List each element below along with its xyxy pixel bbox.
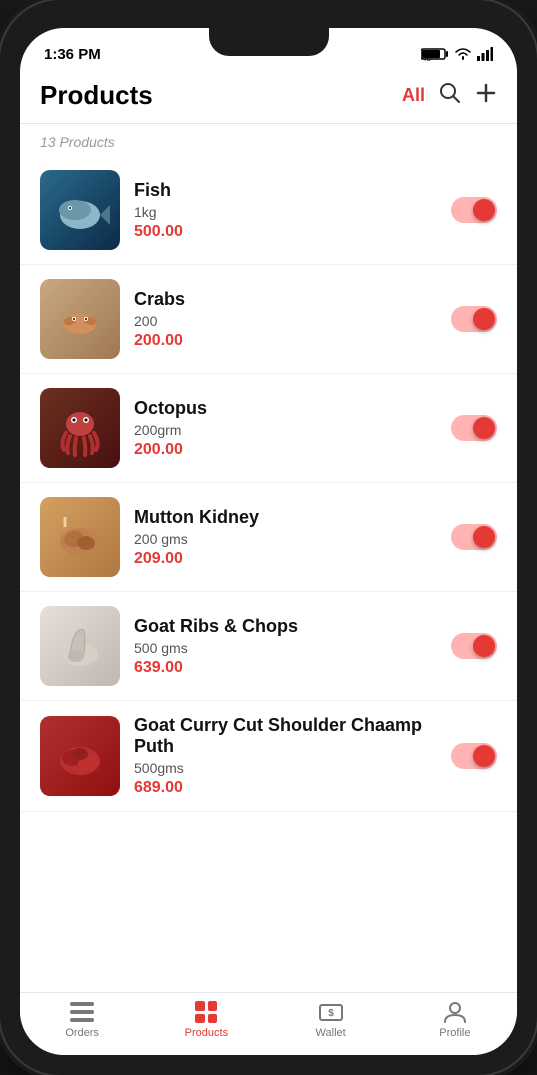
- wifi-icon: [454, 47, 472, 61]
- search-button[interactable]: [439, 82, 461, 110]
- product-qty: 500 gms: [134, 640, 437, 656]
- search-icon: [439, 82, 461, 104]
- products-count: 13 Products: [20, 124, 517, 156]
- orders-svg-icon: [70, 1002, 94, 1022]
- nav-label-profile: Profile: [439, 1027, 470, 1039]
- product-price: 200.00: [134, 441, 437, 459]
- list-item[interactable]: Goat Curry Cut Shoulder Chaamp Puth 500g…: [20, 701, 517, 812]
- product-name: Fish: [134, 180, 437, 201]
- product-toggle-octopus[interactable]: [451, 415, 497, 441]
- page-title: Products: [40, 80, 153, 111]
- products-icon: [193, 1001, 219, 1023]
- product-image-crabs: [40, 279, 120, 359]
- wallet-svg-icon: $: [319, 1002, 343, 1022]
- wallet-icon: $: [318, 1001, 344, 1023]
- add-product-button[interactable]: [475, 82, 497, 110]
- status-icons: 40: [421, 47, 493, 61]
- product-price: 689.00: [134, 779, 437, 797]
- goatribs-illustration: [50, 616, 110, 676]
- nav-label-products: Products: [185, 1027, 228, 1039]
- nav-item-orders[interactable]: Orders: [20, 1001, 144, 1039]
- list-item[interactable]: Mutton Kidney 200 gms 209.00: [20, 483, 517, 592]
- svg-text:40: 40: [422, 54, 431, 61]
- list-item[interactable]: Goat Ribs & Chops 500 gms 639.00: [20, 592, 517, 701]
- battery-icon: 40: [421, 47, 449, 61]
- product-price: 639.00: [134, 659, 437, 677]
- products-list: Fish 1kg 500.00: [20, 156, 517, 992]
- product-toggle-goatribs[interactable]: [451, 633, 497, 659]
- list-item[interactable]: Crabs 200 200.00: [20, 265, 517, 374]
- product-name: Goat Ribs & Chops: [134, 616, 437, 637]
- status-time: 1:36 PM: [44, 46, 101, 63]
- product-name: Crabs: [134, 289, 437, 310]
- list-item[interactable]: Fish 1kg 500.00: [20, 156, 517, 265]
- product-name: Octopus: [134, 398, 437, 419]
- plus-icon: [475, 82, 497, 104]
- nav-item-profile[interactable]: Profile: [393, 1001, 517, 1039]
- nav-label-orders: Orders: [65, 1027, 99, 1039]
- nav-item-wallet[interactable]: $ Wallet: [269, 1001, 393, 1039]
- header: Products All: [20, 72, 517, 124]
- product-toggle-crabs[interactable]: [451, 306, 497, 332]
- product-toggle-fish[interactable]: [451, 197, 497, 223]
- product-info-crabs: Crabs 200 200.00: [134, 289, 437, 350]
- product-image-octopus: [40, 388, 120, 468]
- header-actions: All: [402, 82, 497, 110]
- list-item[interactable]: Octopus 200grm 200.00: [20, 374, 517, 483]
- product-image-mutton: [40, 497, 120, 577]
- product-info-mutton: Mutton Kidney 200 gms 209.00: [134, 507, 437, 568]
- product-image-goatcurry: [40, 716, 120, 796]
- product-image-goatribs: [40, 606, 120, 686]
- product-qty: 1kg: [134, 204, 437, 220]
- products-grid-icon: [195, 1001, 217, 1023]
- product-price: 200.00: [134, 332, 437, 350]
- product-image-fish: [40, 170, 120, 250]
- fish-illustration: [50, 180, 110, 240]
- product-price: 500.00: [134, 223, 437, 241]
- nav-label-wallet: Wallet: [316, 1027, 346, 1039]
- bottom-nav: Orders Products $ Wallet: [20, 992, 517, 1055]
- crabs-illustration: [50, 289, 110, 349]
- phone-screen: 1:36 PM 40: [20, 28, 517, 1055]
- phone-frame: 1:36 PM 40: [0, 0, 537, 1075]
- product-info-goatribs: Goat Ribs & Chops 500 gms 639.00: [134, 616, 437, 677]
- notch: [209, 28, 329, 56]
- orders-icon: [69, 1001, 95, 1023]
- octopus-illustration: [50, 398, 110, 458]
- signal-icon: [477, 47, 493, 61]
- product-qty: 200grm: [134, 422, 437, 438]
- product-price: 209.00: [134, 550, 437, 568]
- product-info-goatcurry: Goat Curry Cut Shoulder Chaamp Puth 500g…: [134, 715, 437, 797]
- profile-icon: [442, 1001, 468, 1023]
- product-qty: 200 gms: [134, 531, 437, 547]
- filter-all-button[interactable]: All: [402, 85, 425, 106]
- product-qty: 200: [134, 313, 437, 329]
- profile-svg-icon: [443, 1001, 467, 1023]
- product-info-octopus: Octopus 200grm 200.00: [134, 398, 437, 459]
- svg-text:$: $: [328, 1008, 334, 1019]
- nav-item-products[interactable]: Products: [144, 1001, 268, 1039]
- product-qty: 500gms: [134, 760, 437, 776]
- goatcurry-illustration: [50, 726, 110, 786]
- product-toggle-goatcurry[interactable]: [451, 743, 497, 769]
- product-toggle-mutton[interactable]: [451, 524, 497, 550]
- product-name: Goat Curry Cut Shoulder Chaamp Puth: [134, 715, 437, 757]
- mutton-illustration: [50, 507, 110, 567]
- product-info-fish: Fish 1kg 500.00: [134, 180, 437, 241]
- product-name: Mutton Kidney: [134, 507, 437, 528]
